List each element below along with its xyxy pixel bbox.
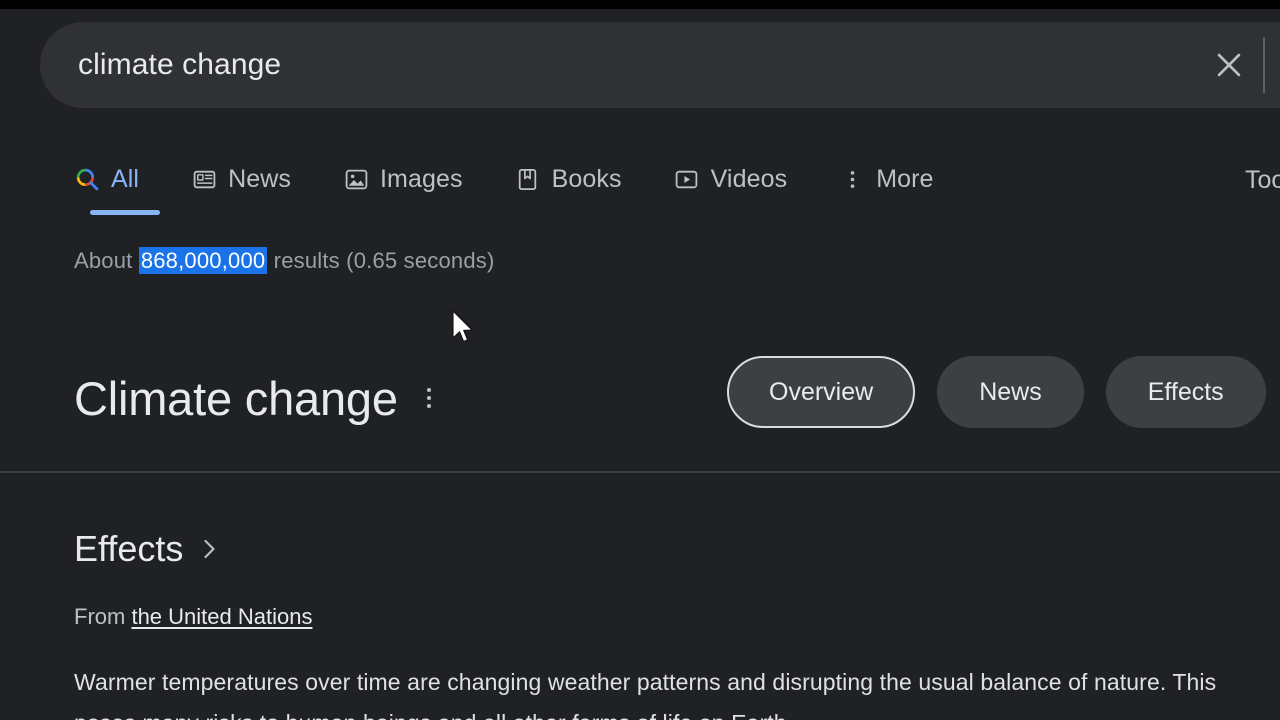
page-title: Climate change (74, 371, 398, 425)
effects-section-heading[interactable]: Effects (74, 528, 221, 570)
result-stats-prefix: About (74, 248, 139, 273)
close-icon[interactable] (1207, 43, 1251, 87)
tab-more[interactable]: More (839, 158, 933, 200)
tab-images[interactable]: Images (343, 158, 463, 200)
tab-books[interactable]: Books (515, 158, 622, 200)
mouse-pointer-icon (452, 310, 473, 343)
tab-news-label: News (228, 164, 292, 193)
letterbox-top-bar (0, 0, 1280, 9)
source-prefix: From (74, 604, 132, 629)
pill-effects[interactable]: Effects (1105, 356, 1266, 428)
tab-news[interactable]: News (191, 158, 291, 200)
tools-button[interactable]: Tools (1245, 166, 1280, 195)
pill-overview[interactable]: Overview (727, 356, 916, 428)
tab-more-label: More (876, 164, 934, 193)
search-results-page: climate change All News Images Books Vid… (0, 0, 1280, 720)
tab-books-label: Books (551, 164, 622, 193)
search-input[interactable]: climate change (78, 48, 1207, 82)
book-icon (515, 166, 541, 192)
result-stats-count: 868,000,000 (138, 247, 268, 274)
google-search-icon (74, 166, 100, 192)
search-nav-tabs: All News Images Books Videos More (74, 158, 1280, 220)
result-stats-suffix: results (0.65 seconds) (267, 248, 495, 273)
kebab-menu-icon (839, 166, 865, 192)
tab-all[interactable]: All (74, 158, 160, 215)
search-bar-divider (1263, 37, 1265, 93)
snippet-text: Warmer temperatures over time are changi… (74, 669, 1217, 720)
pill-news[interactable]: News (937, 356, 1084, 428)
source-attribution: From the United Nations (74, 604, 312, 630)
news-icon (191, 166, 217, 192)
tab-videos[interactable]: Videos (674, 158, 788, 200)
tab-images-label: Images (380, 164, 463, 193)
image-icon (343, 166, 369, 192)
tab-all-label: All (111, 164, 140, 193)
source-link[interactable]: the United Nations (131, 604, 312, 629)
effects-heading-label: Effects (74, 528, 184, 569)
tab-active-indicator (90, 210, 160, 215)
kebab-menu-icon[interactable] (412, 378, 446, 418)
search-bar[interactable]: climate change (40, 22, 1280, 108)
video-icon (674, 166, 700, 192)
result-stats: About 868,000,000 results (0.65 seconds) (74, 247, 495, 274)
entity-pill-tabs: Overview News Effects (727, 356, 1280, 428)
tab-videos-label: Videos (710, 164, 788, 193)
chevron-right-icon (204, 539, 215, 559)
section-divider (0, 471, 1280, 473)
